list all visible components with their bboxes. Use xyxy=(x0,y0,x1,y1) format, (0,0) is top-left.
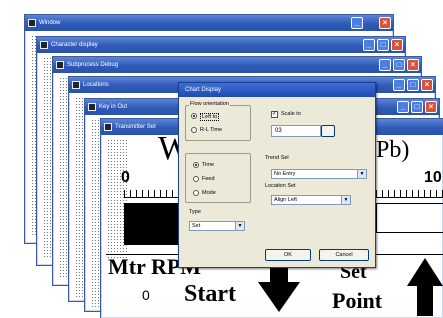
close-button[interactable]: × xyxy=(379,17,391,29)
app-icon xyxy=(88,103,96,111)
radio-feed-label[interactable]: Feed xyxy=(202,176,215,182)
close-button[interactable]: × xyxy=(391,39,403,51)
maximize-button[interactable]: □ xyxy=(393,59,405,71)
radio-mode[interactable] xyxy=(193,190,199,196)
location-select[interactable]: Align Left ▼ xyxy=(271,195,351,205)
app-icon xyxy=(28,19,36,27)
dialog-title: Chart Display xyxy=(185,87,222,93)
radio-left-to-right-label[interactable]: Left to xyxy=(200,113,220,121)
flow-orientation-label: Flow orientation xyxy=(189,101,230,107)
scale-max-label: 10 xyxy=(424,169,442,186)
window-1-title: Window xyxy=(39,20,61,26)
close-button[interactable]: × xyxy=(425,101,437,113)
window-3-titlebar[interactable]: Subprocess Debug xyxy=(53,57,421,73)
dialog-titlebar[interactable]: Chart Display xyxy=(179,83,375,97)
chevron-down-icon[interactable]: ▼ xyxy=(341,196,350,204)
chevron-down-icon[interactable]: ▼ xyxy=(357,170,366,178)
scale-value: 03 xyxy=(275,128,282,134)
trend-select-label: Trend Sel xyxy=(265,155,289,161)
window-2-title: Character display xyxy=(51,42,98,48)
radio-left-to-right[interactable] xyxy=(191,113,197,119)
trend-select-value: No Entry xyxy=(274,171,296,177)
window-1-titlebar[interactable]: Window xyxy=(25,15,393,31)
chevron-down-icon[interactable]: ▼ xyxy=(235,222,244,230)
arrow-up-icon[interactable] xyxy=(407,258,443,316)
minimize-button[interactable]: _ xyxy=(379,59,391,71)
minimize-button[interactable]: _ xyxy=(363,39,375,51)
location-select-value: Align Left xyxy=(274,197,297,203)
close-button[interactable]: × xyxy=(421,79,433,91)
app-icon xyxy=(56,61,64,69)
minimize-button[interactable]: _ xyxy=(397,101,409,113)
maximize-button[interactable]: □ xyxy=(407,79,419,91)
type-select-label: Type xyxy=(189,209,201,215)
radio-right-to-left-label[interactable]: R-L Time xyxy=(200,127,222,133)
minimize-button[interactable]: _ xyxy=(393,79,405,91)
bar-track-right xyxy=(376,203,443,233)
window-2-titlebar[interactable]: Character display xyxy=(37,37,405,53)
scale-checkbox[interactable]: ✓ xyxy=(271,111,278,118)
type-select[interactable]: Set ▼ xyxy=(189,221,245,231)
scale-value-field[interactable]: 03 xyxy=(271,125,321,137)
flow-orientation-group xyxy=(185,105,251,141)
scale-ruler-right xyxy=(376,190,443,198)
window-3-title: Subprocess Debug xyxy=(67,62,119,68)
cancel-button[interactable]: Cancel xyxy=(319,249,369,261)
type-select-value: Set xyxy=(192,223,201,229)
scale-checkbox-label[interactable]: Scale to xyxy=(281,111,301,117)
ok-button[interactable]: OK xyxy=(265,249,311,261)
scale-ruler xyxy=(124,190,180,198)
trend-select[interactable]: No Entry ▼ xyxy=(271,169,367,179)
start-label[interactable]: Start xyxy=(184,282,236,306)
radio-right-to-left[interactable] xyxy=(191,127,197,133)
radio-time-label[interactable]: Time xyxy=(202,162,214,168)
app-icon xyxy=(72,81,80,89)
minimize-button[interactable]: _ xyxy=(351,17,363,29)
app-icon xyxy=(40,41,48,49)
motor-rpm-value: 0 xyxy=(142,287,150,303)
radio-mode-label[interactable]: Mode xyxy=(202,190,216,196)
radio-time[interactable] xyxy=(193,162,199,168)
window-4-title: Locations xyxy=(83,82,109,88)
app-icon xyxy=(104,123,112,131)
chart-display-dialog[interactable]: Chart Display Flow orientation Left to R… xyxy=(178,82,376,268)
maximize-button[interactable]: □ xyxy=(411,101,423,113)
maximize-button[interactable]: □ xyxy=(377,39,389,51)
window-6-title: Transmitter Set xyxy=(115,124,156,130)
scale-min-label: 0 xyxy=(121,169,130,186)
window-5-title: Key in Out xyxy=(99,104,128,110)
scale-spin-button[interactable] xyxy=(321,125,335,137)
set-point-label-line2: Point xyxy=(332,288,383,313)
location-select-label: Location Set xyxy=(265,183,296,189)
level-bar xyxy=(124,203,180,245)
radio-feed[interactable] xyxy=(193,176,199,182)
close-button[interactable]: × xyxy=(407,59,419,71)
